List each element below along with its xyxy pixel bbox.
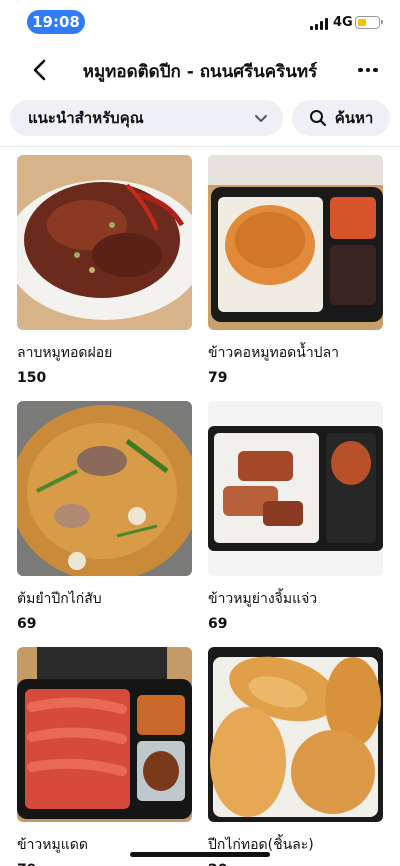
home-indicator: [130, 852, 270, 857]
item-price: 69: [208, 616, 228, 632]
more-options-button[interactable]: [354, 56, 382, 84]
category-dropdown[interactable]: แนะนำสำหรับคุณ: [10, 100, 283, 136]
food-image: [17, 155, 192, 330]
status-time: 19:08: [27, 10, 85, 34]
search-label: ค้นหา: [334, 109, 374, 127]
network-type: 4G: [333, 15, 353, 30]
menu-item[interactable]: ข้าวหมูย่างจิ้มแจ่ว 69: [208, 401, 383, 632]
food-image: [17, 401, 192, 576]
item-name: ต้มยำปีกไก่สับ: [17, 591, 102, 607]
menu-item[interactable]: ลาบหมูทอดฝอย 150: [17, 155, 192, 386]
food-image: [208, 647, 383, 822]
category-label: แนะนำสำหรับคุณ: [28, 109, 144, 127]
chevron-down-icon: [255, 115, 267, 122]
item-name: ลาบหมูทอดฝอย: [17, 345, 113, 361]
item-name: ข้าวหมูย่างจิ้มแจ่ว: [208, 591, 318, 607]
more-dot-icon: [365, 67, 371, 73]
menu-item[interactable]: ข้าวคอหมูทอดน้ำปลา 79: [208, 155, 383, 386]
divider: [0, 146, 400, 147]
status-bar: 19:08 4G: [0, 0, 400, 44]
page-title: หมูทอดติดปีก - ถนนศรีนครินทร์: [82, 62, 318, 82]
food-image: [17, 647, 192, 822]
menu-item[interactable]: ต้มยำปีกไก่สับ 69: [17, 401, 192, 632]
menu-item[interactable]: ข้าวหมูแดด 79: [17, 647, 192, 866]
signal-icon: [310, 18, 328, 30]
search-button[interactable]: ค้นหา: [292, 100, 390, 136]
filter-row: แนะนำสำหรับคุณ ค้นหา: [0, 98, 400, 138]
search-icon: [309, 110, 326, 127]
food-image: [208, 155, 383, 330]
item-price: 69: [17, 616, 37, 632]
battery-icon: [355, 16, 383, 29]
item-name: ข้าวคอหมูทอดน้ำปลา: [208, 345, 340, 361]
item-price: 150: [17, 370, 47, 386]
item-price: 79: [17, 862, 192, 866]
menu-item[interactable]: ปีกไก่ทอด(ชิ้นละ) 20: [208, 647, 383, 866]
item-price: 79: [208, 370, 228, 386]
back-button[interactable]: [26, 56, 54, 84]
more-dot-icon: [358, 67, 363, 73]
chevron-left-icon: [33, 59, 46, 81]
header: หมูทอดติดปีก - ถนนศรีนครินทร์: [0, 44, 400, 96]
food-image: [208, 401, 383, 576]
more-dot-icon: [373, 67, 378, 73]
item-price: 20: [208, 862, 383, 866]
